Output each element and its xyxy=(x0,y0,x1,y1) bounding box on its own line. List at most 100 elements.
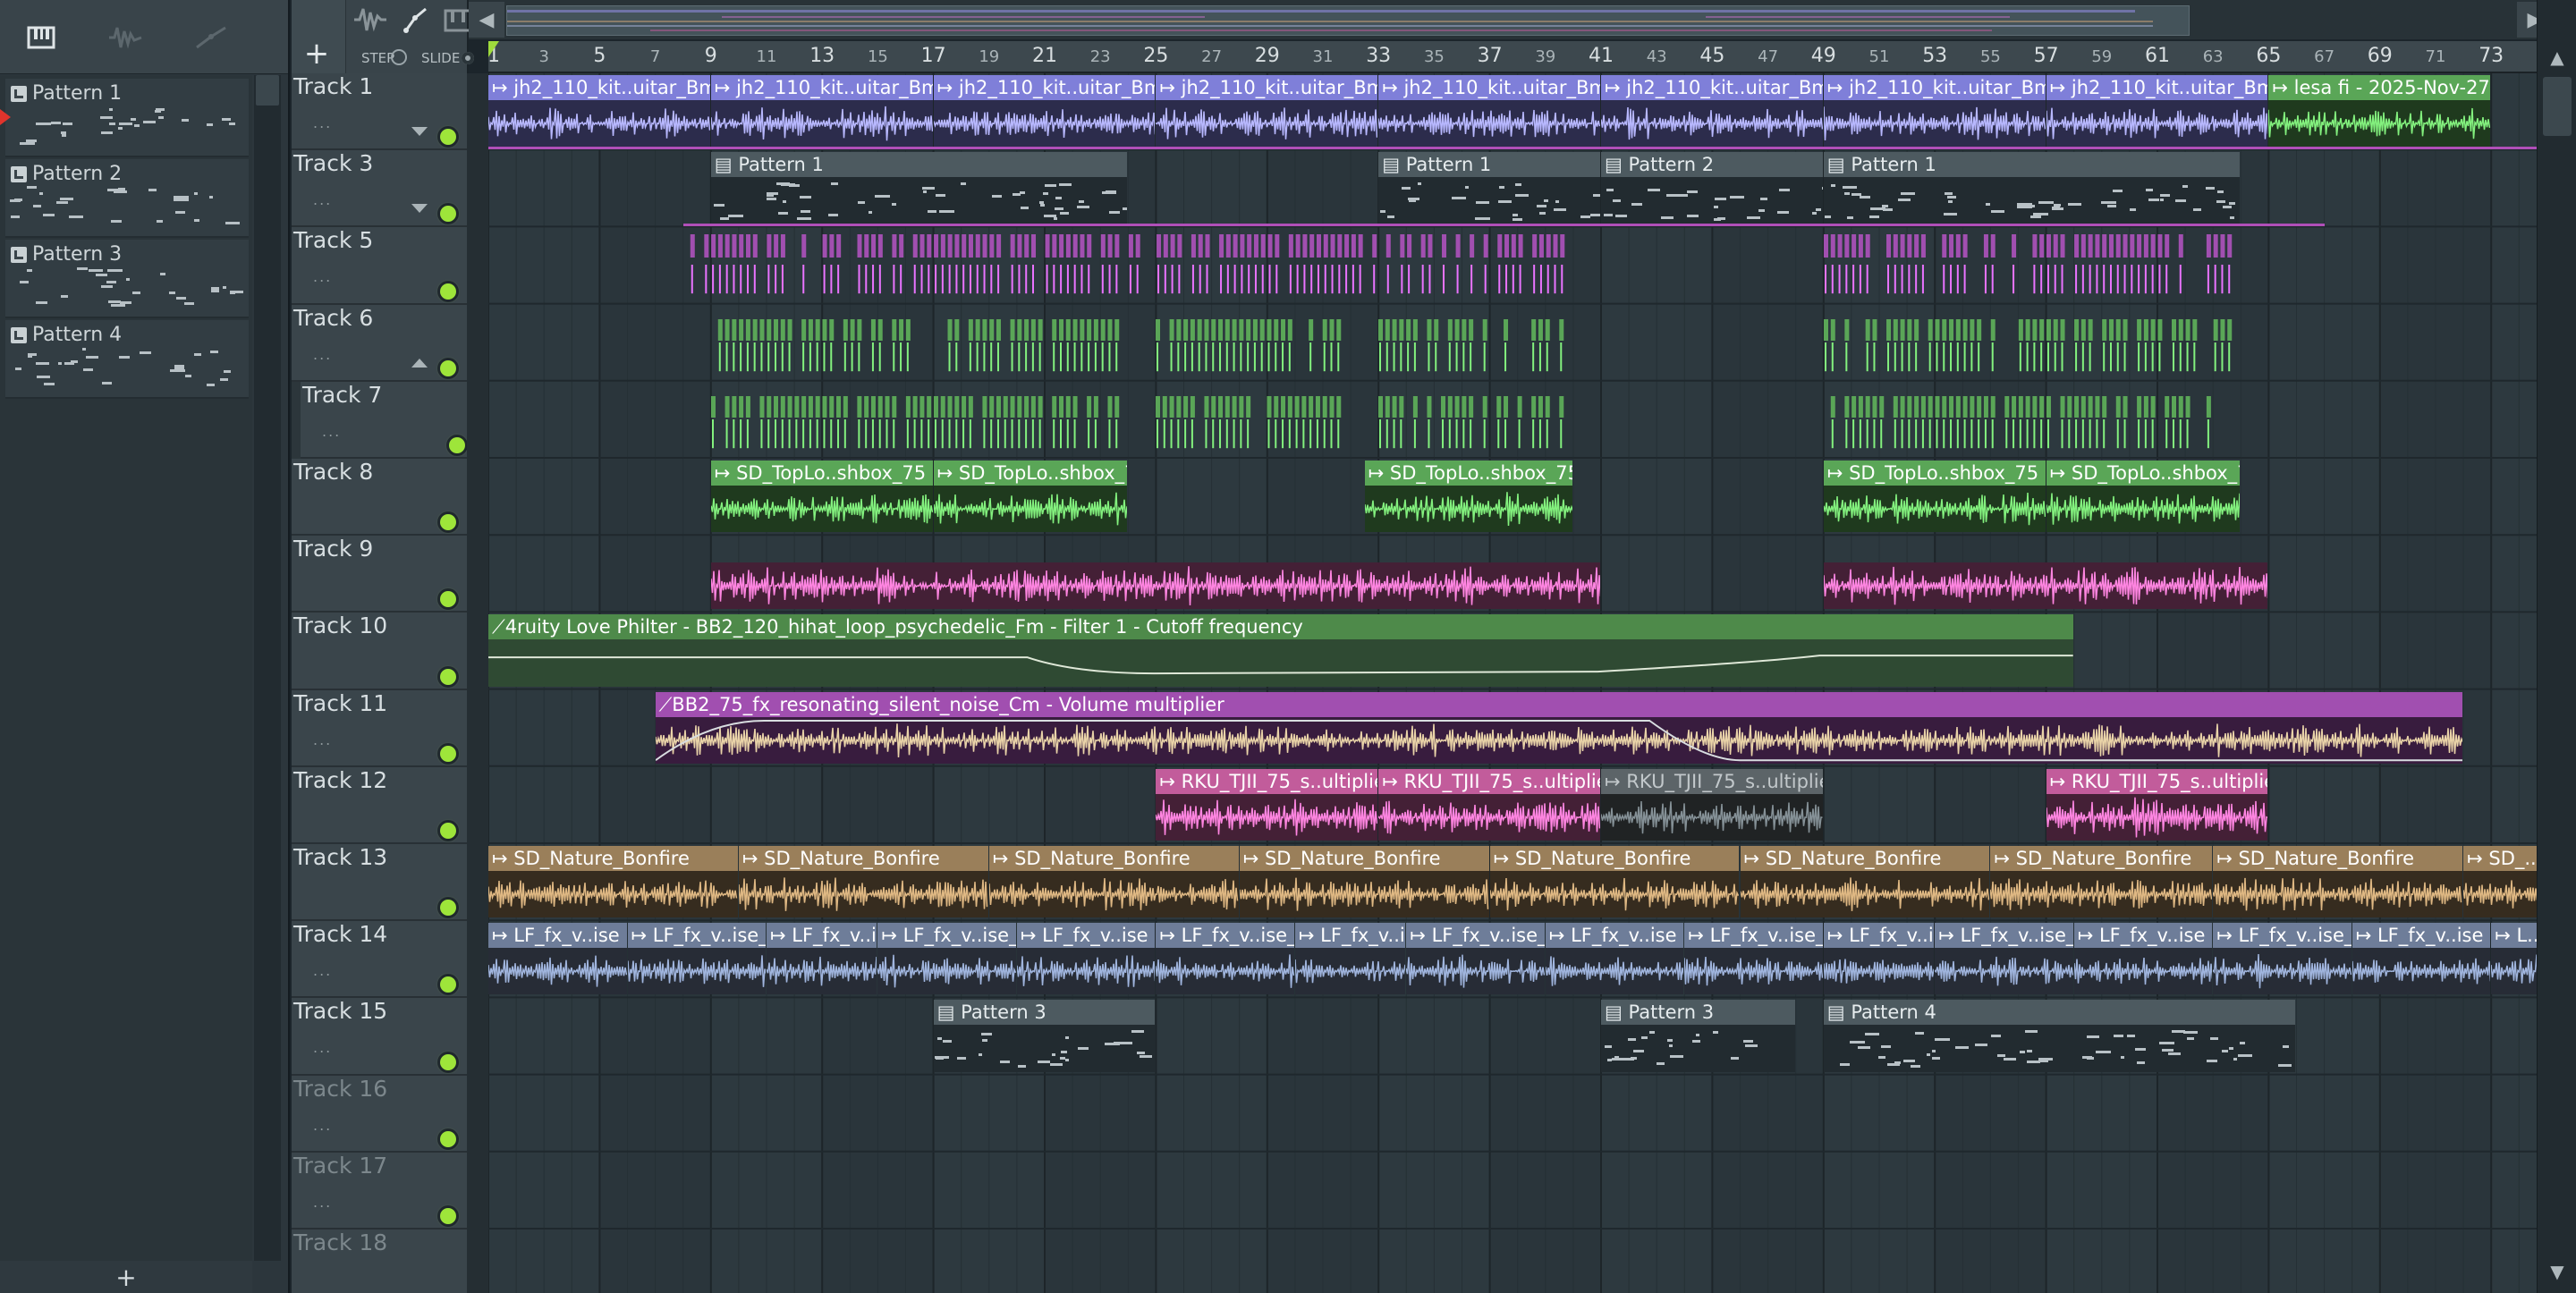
automation-curve-icon[interactable] xyxy=(193,20,229,55)
audio-clip[interactable]: ↦ SD_Nature_Bonfire xyxy=(2213,846,2463,918)
waveform-icon[interactable] xyxy=(107,20,143,55)
track-options-dots[interactable]: ... xyxy=(313,1117,332,1134)
track-name[interactable]: Track 12 xyxy=(293,767,387,793)
audio-clip[interactable]: ↦ LF_fx_v..ise xyxy=(1294,923,1406,995)
song-overview[interactable]: ◀ ▶ xyxy=(469,0,2553,39)
track-name[interactable]: Track 18 xyxy=(293,1230,387,1255)
song-position-marker[interactable] xyxy=(488,41,499,57)
audio-clip[interactable]: ↦ jh2_110_kit..uitar_Bmaj xyxy=(1823,75,2046,148)
timeline-ruler[interactable]: 1 3 5 7 9 11 13 15 17 19 21 23 25 27 29 31 33 35 37 39 41 43 4… xyxy=(487,41,2537,73)
paint-icon[interactable] xyxy=(402,5,431,34)
track-header[interactable]: Track 13 xyxy=(292,844,467,922)
audio-clip[interactable]: ↦ jh2_110_kit..uitar_Bmaj xyxy=(488,75,710,148)
track-name[interactable]: Track 17 xyxy=(293,1153,387,1179)
track-options-dots[interactable]: ... xyxy=(313,962,332,979)
audio-clip[interactable] xyxy=(710,537,1600,610)
track-name[interactable]: Track 13 xyxy=(293,844,387,870)
audio-clip[interactable]: ↦ SD_Nature_Bonfire xyxy=(988,846,1239,918)
track-header[interactable]: Track 5... xyxy=(292,227,467,305)
audio-clip[interactable]: ↦ LF_fx_v..ise xyxy=(767,923,877,995)
audio-clip[interactable]: ↦ SD_Nature_Bonfire xyxy=(1239,846,1489,918)
track-name[interactable]: Track 7 xyxy=(302,382,382,408)
audio-clip[interactable] xyxy=(1378,307,1572,378)
audio-clip[interactable]: ↦ RKU_TJII_75_s..ultiplier xyxy=(1156,768,1378,841)
audio-clip[interactable]: ↦ LF_fx_v..ise_0 xyxy=(2213,923,2351,995)
track-options-dots[interactable]: ... xyxy=(313,114,332,131)
track-header[interactable]: Track 1... xyxy=(292,73,467,151)
track-name[interactable]: Track 5 xyxy=(293,227,373,253)
audio-clip[interactable]: ↦ jh2_110_kit..uitar_Bmaj xyxy=(2046,75,2268,148)
track-options-dots[interactable]: ... xyxy=(313,1039,332,1056)
track-name[interactable]: Track 9 xyxy=(293,536,373,562)
track-header[interactable]: Track 11... xyxy=(292,689,467,767)
step-toggle[interactable] xyxy=(391,49,407,65)
expand-arrow-icon[interactable] xyxy=(411,204,428,214)
track-mute-led[interactable] xyxy=(440,283,456,300)
track-header[interactable]: Track 6... xyxy=(292,304,467,382)
piano-roll-icon[interactable] xyxy=(23,20,59,55)
pattern-item[interactable]: Pattern 3 xyxy=(5,240,249,318)
track-mute-led[interactable] xyxy=(440,359,456,376)
audio-clip[interactable]: ↦ SD_TopLo..shbox_75 xyxy=(2046,461,2241,533)
track-header[interactable]: Track 8 xyxy=(292,459,467,537)
pattern-item[interactable]: Pattern 4 xyxy=(5,320,249,399)
track-mute-led[interactable] xyxy=(440,591,456,608)
audio-clip[interactable] xyxy=(1824,384,2241,455)
audio-clip[interactable] xyxy=(711,307,1128,378)
track-options-dots[interactable]: ... xyxy=(313,346,332,363)
scroll-up-button[interactable]: ▲ xyxy=(2541,41,2573,73)
track-name[interactable]: Track 6 xyxy=(293,305,373,331)
picker-scroll-thumb[interactable] xyxy=(256,75,279,106)
track-mute-led[interactable] xyxy=(440,900,456,917)
audio-clip[interactable]: ↦ L..1 xyxy=(2491,923,2537,995)
track-options-dots[interactable]: ... xyxy=(313,191,332,208)
track-name[interactable]: Track 14 xyxy=(293,921,387,947)
track-mute-led[interactable] xyxy=(440,668,456,685)
track-mute-led[interactable] xyxy=(440,976,456,993)
track-mute-led[interactable] xyxy=(440,1053,456,1070)
track-name[interactable]: Track 1 xyxy=(293,73,373,99)
track-header[interactable]: Track 14... xyxy=(292,921,467,999)
track-header-separator[interactable] xyxy=(467,73,488,1293)
pattern-clip[interactable]: ▤ Pattern 2 xyxy=(1601,152,1823,224)
track-mute-led[interactable] xyxy=(440,822,456,839)
track-mute-led[interactable] xyxy=(440,1207,456,1224)
audio-clip[interactable]: ↦ SD_Nature_Bonfire xyxy=(1740,846,1990,918)
audio-clip[interactable]: ↦ RKU_TJII_75_s..ultiplier xyxy=(1601,768,1823,841)
audio-clip[interactable] xyxy=(1156,307,1350,378)
track-mute-led[interactable] xyxy=(449,436,465,453)
add-track-button[interactable]: + xyxy=(292,36,342,72)
track-name[interactable]: Track 3 xyxy=(293,150,373,176)
audio-clip[interactable]: ↦ LF_fx_v..ise_0 xyxy=(1935,923,2073,995)
audio-clip[interactable]: ↦ SD_TopLo..shbox_75 xyxy=(710,461,933,533)
track-options-dots[interactable]: ... xyxy=(313,1194,332,1211)
audio-clip[interactable]: ↦ LF_fx_v..ise_0 xyxy=(877,923,1016,995)
audio-clip[interactable]: ↦ SD_TopLo..shbox_75 xyxy=(1364,461,1572,533)
audio-clip[interactable]: ↦ SD_Nature_Bonfire xyxy=(488,846,738,918)
audio-clip[interactable]: ↦ SD_..fire xyxy=(2463,846,2537,918)
audio-clip[interactable] xyxy=(1378,384,1572,455)
audio-clip[interactable]: ↦ RKU_TJII_75_s..ultiplier xyxy=(1378,768,1600,841)
pattern-item[interactable]: Pattern 2 xyxy=(5,159,249,238)
track-name[interactable]: Track 11 xyxy=(293,690,387,716)
audio-clip[interactable]: ↦ lesa fi - 2025-Nov-27 xyxy=(2268,75,2491,148)
audio-clip[interactable] xyxy=(1156,384,1350,455)
track-options-dots[interactable]: ... xyxy=(313,268,332,285)
track-mute-led[interactable] xyxy=(440,514,456,531)
audio-clip[interactable]: ↦ jh2_110_kit..uitar_Bmaj xyxy=(1601,75,1823,148)
add-pattern-button[interactable]: + xyxy=(0,1261,252,1293)
playlist-grid[interactable]: ↦ jh2_110_kit..uitar_Bmaj ↦ jh2_110_kit..… xyxy=(488,73,2537,1293)
pattern-clip[interactable]: ▤ Pattern 3 xyxy=(933,1000,1156,1072)
audio-clip[interactable] xyxy=(1823,307,2241,378)
track-header[interactable]: Track 17... xyxy=(292,1152,467,1230)
audio-clip[interactable]: ↦ SD_Nature_Bonfire xyxy=(738,846,988,918)
audio-clip[interactable]: ↦ LF_fx_v..ise_0 xyxy=(627,923,766,995)
vertical-scroll-thumb[interactable] xyxy=(2543,77,2572,136)
pattern-item[interactable]: Pattern 1 xyxy=(0,79,249,157)
track-header[interactable]: Track 3... xyxy=(292,150,467,228)
audio-clip[interactable]: ↦ SD_Nature_Bonfire xyxy=(1990,846,2213,918)
automation-clip[interactable]: ⟋4ruity Love Philter - BB2_120_hihat_loo… xyxy=(488,614,2073,687)
audio-clip[interactable]: ↦ jh2_110_kit..uitar_Bmaj xyxy=(933,75,1156,148)
track-header[interactable]: Track 18 xyxy=(292,1230,467,1293)
pattern-clip[interactable]: ▤ Pattern 1 xyxy=(710,152,1128,224)
